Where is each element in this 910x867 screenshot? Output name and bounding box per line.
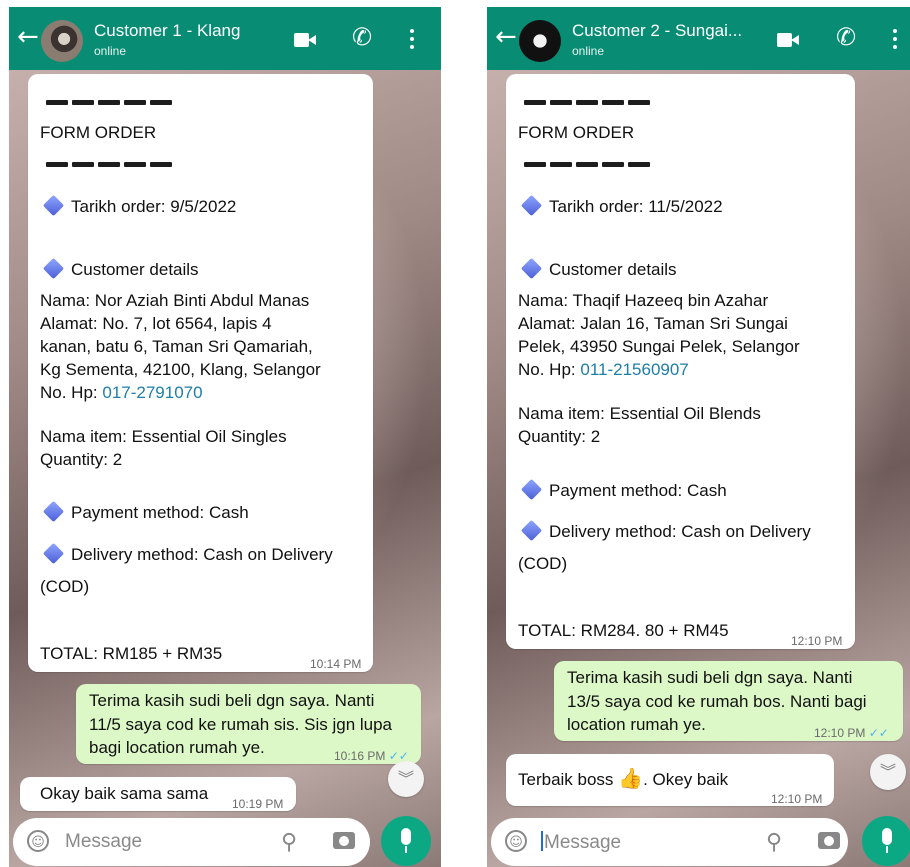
message-line: location rumah ye. (567, 715, 706, 734)
message-line: Terima kasih sudi beli dgn saya. Nanti (89, 691, 375, 710)
customer-details-heading: Customer details (40, 257, 199, 282)
item-name: Nama item: Essential Oil Blends (518, 404, 761, 423)
attach-clip-icon[interactable]: ⚲ (766, 830, 782, 855)
back-arrow-icon[interactable]: ← (17, 24, 41, 50)
diamond-bullet-icon (42, 500, 65, 523)
message-line: bagi location rumah ye. (89, 738, 265, 757)
message-line: 13/5 saya cod ke rumah bos. Nanti bagi (567, 692, 867, 711)
message-time: 12:10 PM (791, 634, 843, 648)
payment-method: Payment method: Cash (518, 478, 727, 503)
attach-clip-icon[interactable]: ⚲ (281, 830, 297, 855)
quantity: Quantity: 2 (40, 450, 123, 469)
avatar[interactable] (41, 20, 83, 62)
outgoing-message[interactable]: Terima kasih sudi beli dgn saya. Nanti 1… (554, 661, 903, 741)
camera-icon[interactable] (333, 832, 355, 849)
video-call-icon[interactable] (294, 33, 316, 47)
chat-header: ← Customer 2 - Sungai... online ✆ (487, 7, 910, 70)
diamond-bullet-icon (520, 257, 543, 280)
emoji-icon[interactable]: ☺ (505, 830, 527, 852)
phone-line: No. Hp: 011-21560907 (518, 360, 689, 379)
customer-name: Nama: Thaqif Hazeeq bin Azahar (518, 291, 769, 310)
chat-screen-customer-2: ← Customer 2 - Sungai... online ✆ FORM O… (487, 7, 910, 867)
chat-header: ← Customer 1 - Klang online ✆ (9, 7, 441, 70)
phone-number-link[interactable]: 017-2791070 (102, 383, 202, 402)
thumbs-up-emoji: 👍 (618, 768, 644, 790)
video-call-icon[interactable] (777, 33, 799, 47)
message-input-bar[interactable]: ☺ Message ⚲ (491, 818, 848, 866)
item-name: Nama item: Essential Oil Singles (40, 427, 287, 446)
form-title: FORM ORDER (518, 123, 635, 142)
message-input[interactable]: Message (65, 831, 142, 853)
delivery-method: Delivery method: Cash on Delivery (40, 542, 333, 567)
avatar[interactable] (519, 20, 561, 62)
quantity: Quantity: 2 (518, 427, 601, 446)
emoji-icon[interactable]: ☺ (27, 830, 49, 852)
message-text: Okay baik sama sama (40, 784, 209, 803)
contact-name[interactable]: Customer 1 - Klang (94, 21, 240, 41)
customer-name: Nama: Nor Aziah Binti Abdul Manas (40, 291, 310, 310)
more-options-icon[interactable] (892, 29, 898, 53)
order-date: Tarikh order: 11/5/2022 (518, 194, 723, 219)
address-line: Alamat: Jalan 16, Taman Sri Sungai (518, 314, 788, 333)
address-line: Pelek, 43950 Sungai Pelek, Selangor (518, 337, 800, 356)
address-line: Alamat: No. 7, lot 6564, lapis 4 (40, 314, 272, 333)
camera-icon[interactable] (818, 832, 840, 849)
message-line: Terima kasih sudi beli dgn saya. Nanti (567, 668, 853, 687)
order-form-message[interactable]: FORM ORDER Tarikh order: 11/5/2022 Custo… (506, 74, 855, 649)
double-chevron-down-icon[interactable]: ︾ (388, 761, 424, 797)
phone-number-link[interactable]: 011-21560907 (580, 360, 688, 379)
diamond-bullet-icon (520, 519, 543, 542)
payment-method: Payment method: Cash (40, 500, 249, 525)
message-time: 12:10 PM ✓✓ (814, 726, 889, 740)
order-total: TOTAL: RM185 + RM35 (40, 644, 223, 663)
delivery-method: Delivery method: Cash on Delivery (518, 519, 811, 544)
contact-status: online (94, 44, 127, 58)
phone-line: No. Hp: 017-2791070 (40, 383, 203, 402)
double-chevron-down-icon[interactable]: ︾ (870, 754, 906, 790)
message-input[interactable]: Message (541, 831, 621, 854)
message-time: 10:19 PM (232, 797, 284, 811)
phone-call-icon[interactable]: ✆ (836, 25, 856, 49)
diamond-bullet-icon (42, 257, 65, 280)
more-options-icon[interactable] (409, 29, 415, 53)
contact-name[interactable]: Customer 2 - Sungai... (572, 21, 742, 41)
text-cursor (541, 831, 543, 851)
diamond-bullet-icon (520, 194, 543, 217)
chat-screen-customer-1: ← Customer 1 - Klang online ✆ FORM ORDER… (9, 7, 441, 867)
address-line: kanan, batu 6, Taman Sri Qamariah, (40, 337, 313, 356)
order-total: TOTAL: RM284. 80 + RM45 (518, 621, 729, 640)
message-line: 11/5 saya cod ke rumah sis. Sis jgn lupa (89, 715, 393, 734)
order-date: Tarikh order: 9/5/2022 (40, 194, 236, 219)
back-arrow-icon[interactable]: ← (495, 24, 519, 50)
customer-details-heading: Customer details (518, 257, 677, 282)
outgoing-message[interactable]: Terima kasih sudi beli dgn saya. Nanti 1… (76, 684, 421, 764)
mic-icon[interactable] (381, 816, 431, 866)
mic-icon[interactable] (862, 816, 910, 866)
incoming-message[interactable]: Terbaik boss 👍. Okey baik 12:10 PM (506, 754, 834, 806)
diamond-bullet-icon (42, 542, 65, 565)
message-time: 12:10 PM (771, 792, 823, 806)
message-time: 10:14 PM (310, 657, 362, 671)
delivery-method-cont: (COD) (518, 554, 568, 573)
diamond-bullet-icon (520, 478, 543, 501)
diamond-bullet-icon (42, 194, 65, 217)
contact-status: online (572, 44, 605, 58)
read-ticks-icon: ✓✓ (868, 726, 889, 740)
message-input-bar[interactable]: ☺ Message ⚲ (13, 818, 370, 866)
form-title: FORM ORDER (40, 123, 157, 142)
phone-call-icon[interactable]: ✆ (352, 25, 372, 49)
delivery-method-cont: (COD) (40, 577, 90, 596)
order-form-message[interactable]: FORM ORDER Tarikh order: 9/5/2022 Custom… (28, 74, 373, 672)
message-text: Terbaik boss 👍. Okey baik (518, 768, 729, 790)
incoming-message[interactable]: Okay baik sama sama 10:19 PM (20, 777, 296, 811)
address-line: Kg Sementa, 42100, Klang, Selangor (40, 360, 321, 379)
